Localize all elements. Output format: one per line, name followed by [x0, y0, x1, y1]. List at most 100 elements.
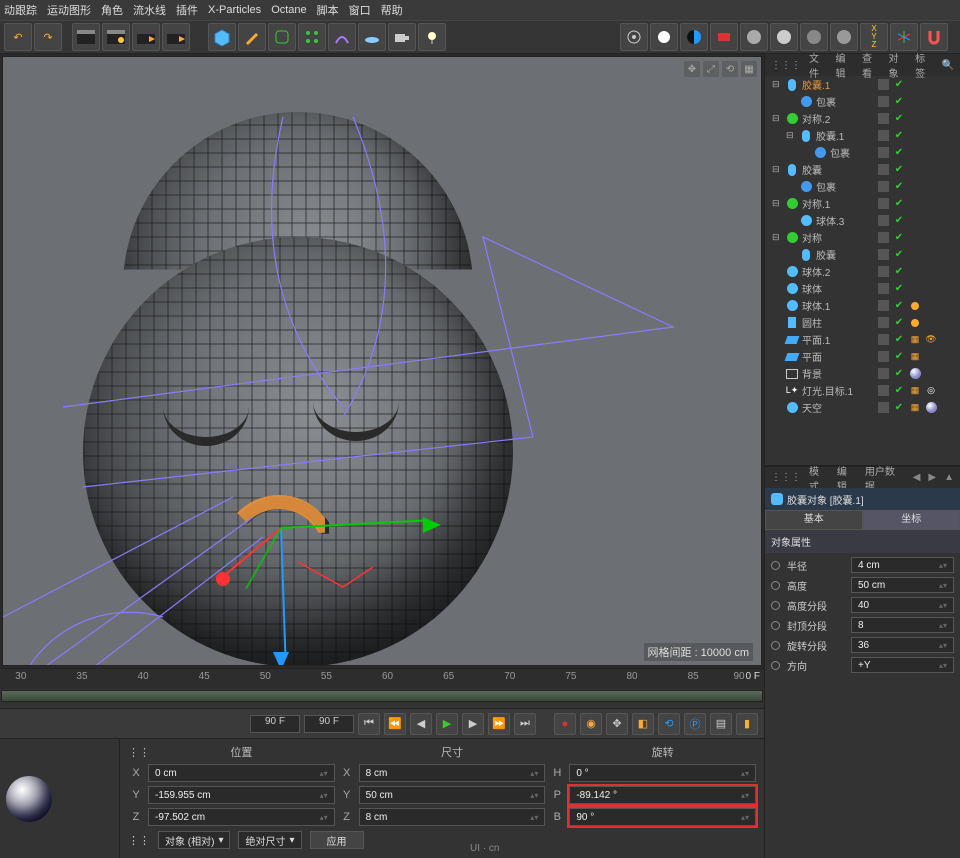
deformer-icon[interactable]	[328, 23, 356, 51]
light-icon[interactable]	[418, 23, 446, 51]
tree-row[interactable]: 包裹✔	[765, 93, 960, 110]
attr-input[interactable]: 4 cm▴▾	[851, 557, 954, 573]
layer-tag-icon[interactable]	[876, 316, 890, 330]
viewport[interactable]: ✥ ⤢ ⟲ ▦	[2, 56, 762, 666]
attr-input[interactable]: 36▴▾	[851, 637, 954, 653]
object-name[interactable]: 胶囊.1	[816, 128, 873, 143]
enable-tag-icon[interactable]: ✔	[892, 95, 906, 109]
subdiv-icon[interactable]	[268, 23, 296, 51]
layer-tag-icon[interactable]	[876, 265, 890, 279]
menu-character[interactable]: 角色	[101, 2, 123, 18]
menu-mograph[interactable]: 运动图形	[47, 2, 91, 18]
tab-basic[interactable]: 基本	[765, 510, 863, 530]
object-name[interactable]: 对称.2	[802, 111, 873, 126]
material-preview-icon[interactable]	[6, 776, 52, 822]
object-name[interactable]: 球体.1	[802, 298, 873, 313]
tree-row[interactable]: L✦灯光.目标.1✔▦◎	[765, 382, 960, 399]
object-name[interactable]: 灯光.目标.1	[802, 383, 873, 398]
enable-tag-icon[interactable]: ✔	[892, 129, 906, 143]
menu-plugins[interactable]: 插件	[176, 2, 198, 18]
sphere-c-icon[interactable]	[800, 23, 828, 51]
menu-xparticles[interactable]: X-Particles	[208, 4, 261, 16]
anim-dot-icon[interactable]	[771, 661, 780, 670]
layer-tag-icon[interactable]	[876, 197, 890, 211]
tree-row[interactable]: 包裹✔	[765, 144, 960, 161]
menu-pipeline[interactable]: 流水线	[133, 2, 166, 18]
layer-tag-icon[interactable]	[876, 282, 890, 296]
clapper4-icon[interactable]	[162, 23, 190, 51]
next-key-button[interactable]: ⏩	[488, 713, 510, 735]
enable-tag-icon[interactable]: ✔	[892, 299, 906, 313]
attr-next-icon[interactable]: ▶	[928, 472, 936, 483]
menu-tracking[interactable]: 动跟踪	[4, 2, 37, 18]
layer-tag-icon[interactable]	[876, 367, 890, 381]
menu-script[interactable]: 脚本	[317, 2, 339, 18]
tree-row[interactable]: 球体.3✔	[765, 212, 960, 229]
tree-row[interactable]: ⊟胶囊✔	[765, 161, 960, 178]
target-icon[interactable]	[620, 23, 648, 51]
dot-tag-icon[interactable]	[908, 316, 922, 330]
apply-button[interactable]: 应用	[310, 831, 364, 849]
anim-dot-icon[interactable]	[771, 601, 780, 610]
enable-tag-icon[interactable]: ✔	[892, 180, 906, 194]
enable-tag-icon[interactable]: ✔	[892, 197, 906, 211]
pos-input[interactable]: -97.502 cm▴▾	[148, 808, 335, 826]
object-tree[interactable]: ⊟胶囊.1✔包裹✔⊟对称.2✔⊟胶囊.1✔包裹✔⊟胶囊✔包裹✔⊟对称.1✔球体.…	[765, 76, 960, 466]
object-name[interactable]: 天空	[802, 400, 873, 415]
attr-input[interactable]: 50 cm▴▾	[851, 577, 954, 593]
tree-row[interactable]: ⊟胶囊.1✔	[765, 76, 960, 93]
key-rot-button[interactable]: ⟲	[658, 713, 680, 735]
tree-row[interactable]: 圆柱✔	[765, 314, 960, 331]
tree-row[interactable]: 平面.1✔▦👁	[765, 331, 960, 348]
axis-y-arrow-icon[interactable]	[273, 652, 289, 666]
sphere-d-icon[interactable]	[830, 23, 858, 51]
expand-icon[interactable]: ⊟	[772, 113, 782, 124]
axis-tool-icon[interactable]	[890, 23, 918, 51]
tree-row[interactable]: 胶囊✔	[765, 246, 960, 263]
goto-start-button[interactable]: ⏮	[358, 713, 380, 735]
enable-tag-icon[interactable]: ✔	[892, 163, 906, 177]
tree-row[interactable]: 球体.1 ✔	[765, 297, 960, 314]
pos-input[interactable]: -159.955 cm▴▾	[148, 786, 335, 804]
layer-tag-icon[interactable]	[876, 231, 890, 245]
rot-input[interactable]: 0 °▴▾	[569, 764, 756, 782]
floor-icon[interactable]	[358, 23, 386, 51]
film-tag-icon[interactable]: ▦	[908, 384, 922, 398]
mat-tag-icon[interactable]	[908, 367, 922, 381]
size-input[interactable]: 50 cm▴▾	[359, 786, 546, 804]
anim-dot-icon[interactable]	[771, 581, 780, 590]
tree-row[interactable]: 球体.2✔	[765, 263, 960, 280]
clapper3-icon[interactable]	[132, 23, 160, 51]
layer-tag-icon[interactable]	[876, 78, 890, 92]
expand-icon[interactable]: ⊟	[772, 232, 782, 243]
axis-z-arrow-icon[interactable]	[216, 572, 230, 586]
coord-abs-dropdown[interactable]: 绝对尺寸▾	[238, 831, 301, 849]
key-pla-button[interactable]: ▤	[710, 713, 732, 735]
object-name[interactable]: 球体.2	[802, 264, 873, 279]
tree-row[interactable]: 球体✔	[765, 280, 960, 297]
xyz-icon[interactable]: XYZ	[860, 23, 888, 51]
key-param-button[interactable]: Ⓟ	[684, 713, 706, 735]
timeline-scrollbar[interactable]	[1, 690, 763, 702]
axis-x-arrow-icon[interactable]	[423, 517, 441, 533]
clapper1-icon[interactable]	[72, 23, 100, 51]
enable-tag-icon[interactable]: ✔	[892, 231, 906, 245]
expand-icon[interactable]: ⊟	[786, 130, 796, 141]
next-frame-button[interactable]: ▶	[462, 713, 484, 735]
layer-tag-icon[interactable]	[876, 350, 890, 364]
enable-tag-icon[interactable]: ✔	[892, 316, 906, 330]
object-name[interactable]: 平面.1	[802, 332, 873, 347]
layer-tag-icon[interactable]	[876, 214, 890, 228]
tree-row[interactable]: ⊟ 胶囊.1 ✔	[765, 127, 960, 144]
object-name[interactable]: 平面	[802, 349, 873, 364]
expand-icon[interactable]: ⊟	[772, 164, 782, 175]
size-input[interactable]: 8 cm▴▾	[359, 808, 546, 826]
coord-mode-dropdown[interactable]: 对象 (相对)▾	[158, 831, 230, 849]
layer-tag-icon[interactable]	[876, 180, 890, 194]
object-name[interactable]: 背景	[802, 366, 873, 381]
tree-row[interactable]: 包裹✔	[765, 178, 960, 195]
undo-button[interactable]: ↶	[4, 23, 32, 51]
timeline-ruler[interactable]: 30 35 40 45 50 55 60 65 70 75 80 85 90 0…	[0, 669, 764, 689]
size-input[interactable]: 8 cm▴▾	[359, 764, 546, 782]
object-name[interactable]: 对称	[802, 230, 873, 245]
